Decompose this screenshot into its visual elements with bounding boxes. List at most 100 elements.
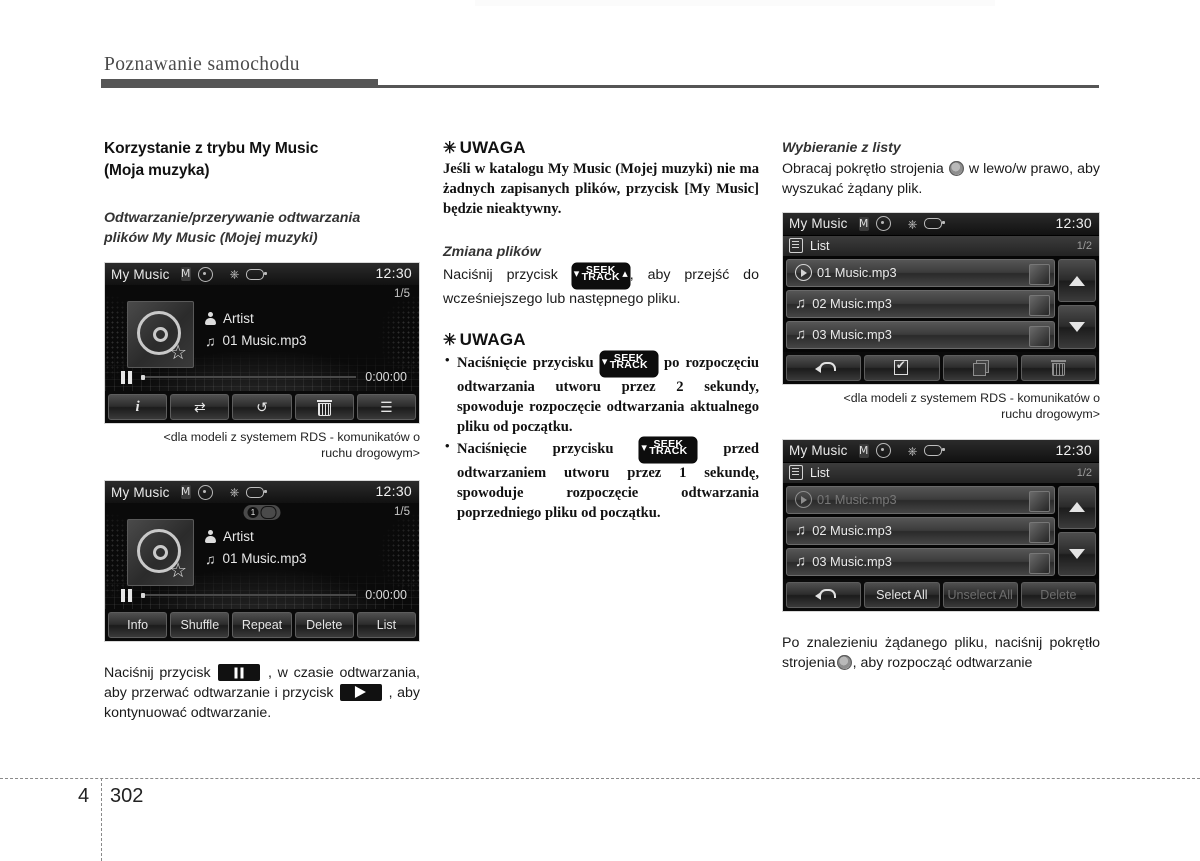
header-rule-thin [378, 85, 1099, 88]
list-item[interactable]: 01 Music.mp3 [786, 258, 1055, 287]
shuffle-button[interactable]: Shuffle [170, 612, 230, 639]
star-icon: ☆ [169, 560, 187, 583]
progress-row[interactable]: 0:00:00 [121, 588, 407, 602]
delete-button[interactable]: Delete [294, 612, 354, 639]
tuning-knob-icon [836, 654, 852, 670]
list-button[interactable]: List [356, 612, 417, 639]
caption-rds-2: <dla modeli z systemem RDS - komunikatów… [782, 391, 1100, 423]
scroll-up-button[interactable] [1058, 485, 1096, 530]
copy-icon [972, 360, 989, 377]
track-index: 1/5 [394, 288, 410, 301]
list-item[interactable]: ♫ 03 Music.mp3 [786, 547, 1055, 576]
trash-icon [1050, 360, 1066, 377]
back-button[interactable] [786, 354, 862, 381]
back-arrow-icon [814, 361, 836, 374]
status-icon-group: Ⅿ ⎈ [858, 216, 946, 232]
player-button-bar: i ⇄ ↺ ☰ [105, 391, 419, 424]
delete-button[interactable]: Delete [1020, 581, 1096, 608]
disc-icon [875, 443, 891, 459]
copy-button[interactable] [942, 354, 1018, 381]
repeat-button[interactable]: Repeat [232, 612, 292, 639]
back-button[interactable] [786, 581, 862, 608]
row-checkbox[interactable] [1029, 325, 1050, 347]
info-button[interactable]: i [108, 394, 168, 421]
list-item-label: 02 Music.mp3 [812, 296, 892, 312]
back-arrow-icon [814, 588, 836, 601]
unselect-all-button[interactable]: Unselect All [942, 581, 1018, 608]
progress-row[interactable]: 0:00:00 [121, 370, 407, 384]
subsection-title-line1: Odtwarzanie/przerywanie odtwarzania [104, 210, 361, 226]
row-checkbox[interactable] [1029, 263, 1050, 285]
delete-button[interactable] [1020, 354, 1096, 381]
device-status-bar: My Music Ⅿ ⎈ 12:30 [105, 263, 419, 286]
note-bullet-2: Naciśnięcie przycisku ▾ SEEK TRACK przed… [443, 436, 759, 524]
note-bullet-list: Naciśnięcie przycisku ▾ SEEK TRACK po ro… [443, 350, 759, 524]
elapsed-time: 0:00:00 [365, 370, 407, 385]
list-button-bar: Select All Unselect All Delete [783, 578, 1099, 611]
progress-bar[interactable] [141, 592, 357, 598]
row-checkbox[interactable] [1029, 521, 1050, 543]
select-all-button[interactable]: Select All [864, 581, 940, 608]
scroll-down-button[interactable] [1058, 305, 1096, 349]
progress-bar[interactable] [141, 374, 357, 380]
list-item-label: 03 Music.mp3 [812, 327, 892, 343]
screenshot-player-text-buttons: My Music Ⅿ ⎈ 12:30 1 1/5 ☆ Artist ♫ 01 M… [104, 480, 420, 643]
list-button[interactable]: ☰ [356, 394, 417, 421]
device-battery-icon [246, 268, 268, 280]
shuffle-icon: ⇄ [193, 399, 206, 416]
shuffle-button[interactable]: ⇄ [170, 394, 230, 421]
track-metadata: Artist ♫ 01 Music.mp3 [205, 311, 307, 355]
seek-track-button-icon: ▾ SEEK TRACK [639, 436, 698, 464]
screenshot-player-icons: My Music Ⅿ ⎈ 12:30 1/5 ☆ Artist ♫ 01 Mus… [104, 262, 420, 425]
list-item[interactable]: 01 Music.mp3 [786, 485, 1055, 514]
seek-track-button-icon: ▾ SEEK TRACK [599, 350, 658, 378]
device-clock: 12:30 [1055, 441, 1092, 458]
album-art: ☆ [127, 519, 194, 587]
list-item[interactable]: ♫ 02 Music.mp3 [786, 289, 1055, 318]
scroll-down-button[interactable] [1058, 532, 1096, 576]
seek-label-bottom: TRACK [649, 444, 688, 457]
caption-line1: <dla modeli z systemem RDS - komunikatów… [843, 390, 1100, 405]
delete-button[interactable] [294, 394, 354, 421]
music-note-icon: ♫ [795, 326, 807, 344]
device-status-bar: My Music Ⅿ ⎈ 12:30 [783, 439, 1099, 462]
row-checkbox[interactable] [1029, 490, 1050, 512]
top-edge-band [475, 0, 995, 6]
row-checkbox[interactable] [1029, 552, 1050, 574]
list-item[interactable]: ♫ 02 Music.mp3 [786, 516, 1055, 545]
press-knob-b: , aby rozpocząć odtwarzanie [852, 654, 1033, 671]
note-heading-2-label: UWAGA [459, 329, 526, 349]
triangle-down-icon [1069, 548, 1085, 559]
note-heading-1: ✳ UWAGA [443, 138, 759, 158]
tune-a: Obracaj pokrętło strojenia [782, 161, 944, 178]
list-item-label: 01 Music.mp3 [817, 265, 897, 281]
music-note-icon: ♫ [795, 553, 807, 571]
disc-icon [197, 266, 213, 282]
select-button[interactable] [864, 354, 940, 381]
list-item[interactable]: ♫ 03 Music.mp3 [786, 320, 1055, 349]
caption-line2: ruchu drogowym> [1001, 406, 1100, 421]
list-area: 01 Music.mp3 ♫ 02 Music.mp3 ♫ 03 Music.m… [783, 255, 1099, 352]
scroll-up-button[interactable] [1058, 258, 1096, 303]
caption-line2: ruchu drogowym> [321, 446, 420, 461]
track-name: 01 Music.mp3 [222, 333, 307, 349]
disc-icon [875, 216, 891, 232]
device-battery-icon [924, 445, 946, 457]
note-heading-2: ✳ UWAGA [443, 330, 759, 350]
row-checkbox[interactable] [1029, 294, 1050, 316]
info-button[interactable]: Info [108, 612, 168, 639]
list-header: List 1/2 [783, 461, 1099, 483]
screenshot-list-icons: My Music Ⅿ ⎈ 12:30 List 1/2 01 Music.mp3 [782, 211, 1100, 385]
note-heading-1-label: UWAGA [459, 138, 526, 157]
repeat-button[interactable]: ↺ [232, 394, 292, 421]
track-row: ♫ 01 Music.mp3 [205, 551, 307, 566]
list-icon [789, 238, 803, 254]
disc-icon [197, 484, 213, 500]
artist-row: Artist [205, 529, 307, 544]
device-title: My Music [111, 484, 170, 500]
status-icon-group: Ⅿ ⎈ [180, 266, 268, 282]
star-icon: ☆ [169, 342, 187, 365]
list-icon [789, 465, 803, 481]
loop-icon [260, 506, 277, 520]
music-note-icon: ♫ [205, 550, 216, 567]
